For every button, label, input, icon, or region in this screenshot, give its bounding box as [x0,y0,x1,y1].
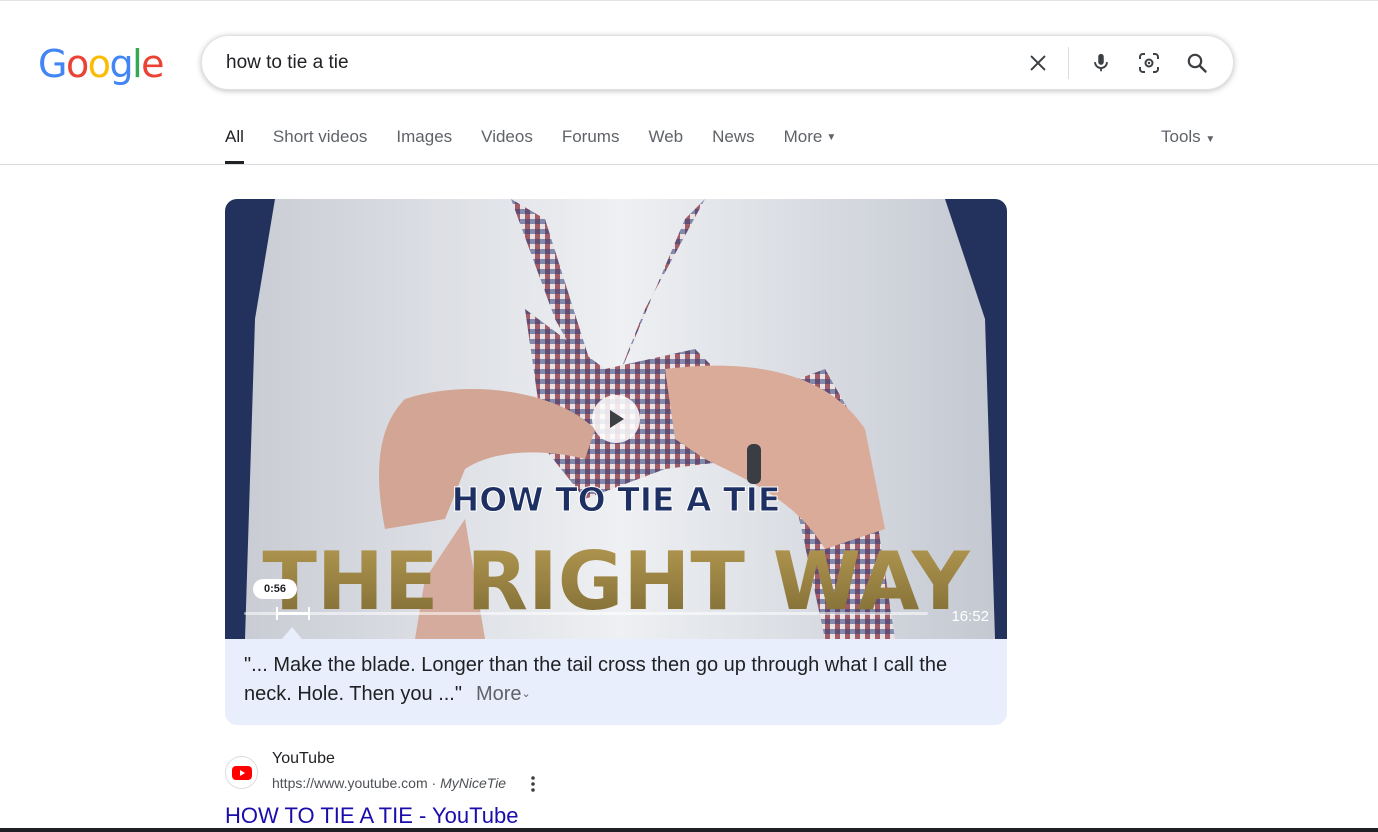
thumbnail-title-line1: HOW TO TIE A TIE [452,480,781,519]
site-url[interactable]: https://www.youtube.com · MyNiceTie [272,775,506,791]
snippet-text: "... Make the blade. Longer than the tai… [244,654,948,705]
search-divider [1068,46,1069,79]
tab-forums-label: Forums [561,127,620,146]
microphone-icon[interactable] [1083,45,1119,81]
tab-images[interactable]: Images [396,118,452,164]
play-icon[interactable] [592,395,640,443]
chevron-down-icon: ⌄ [521,688,531,701]
tab-more-label: More [783,127,823,146]
video-progress-bar[interactable] [244,607,928,620]
tools-label: Tools [1161,127,1201,146]
tab-web[interactable]: Web [648,118,683,164]
tab-all[interactable]: All [225,118,244,164]
tab-more[interactable]: More ▼ [784,118,837,164]
chevron-down-icon: ▼ [826,131,837,143]
progress-marker[interactable] [276,607,310,620]
transcript-snippet: "... Make the blade. Longer than the tai… [244,651,984,709]
search-icons [1020,36,1215,89]
more-label: More [475,683,522,705]
search-input[interactable] [226,36,1006,89]
search-box [201,35,1234,90]
clear-icon[interactable] [1020,45,1056,81]
page: Google All Short videos Images Videos Fo… [0,0,1378,832]
search-icon[interactable] [1179,45,1215,81]
time-bubble: 0:56 [253,579,298,599]
bottom-bar [0,828,1378,832]
video-thumbnail[interactable]: HOW TO TIE A TIE THE RIGHT WAY 0:56 16:5… [225,199,1007,639]
more-button[interactable]: More⌄ [476,683,531,705]
tab-videos-label: Videos [481,127,533,146]
youtube-icon[interactable] [225,756,258,789]
tab-web-label: Web [648,127,684,146]
chevron-down-icon: ▼ [1205,134,1216,145]
tab-news[interactable]: News [712,118,755,164]
video-duration: 16:52 [951,608,989,625]
tab-short-videos[interactable]: Short videos [273,118,368,164]
tab-images-label: Images [396,127,453,146]
result-source: YouTube https://www.youtube.com · MyNice… [225,748,725,798]
tab-all-label: All [225,127,244,146]
url-text: https://www.youtube.com [272,775,428,791]
kebab-menu-icon[interactable] [527,775,539,793]
google-logo[interactable]: Google [38,42,165,86]
result-title-link[interactable]: HOW TO TIE A TIE - YouTube [225,803,518,829]
tab-news-label: News [712,127,755,146]
site-name[interactable]: YouTube [272,750,335,768]
author-name: MyNiceTie [440,775,507,791]
tools-button[interactable]: Tools ▼ [1161,118,1215,159]
tab-forums[interactable]: Forums [562,118,620,164]
lens-icon[interactable] [1131,45,1167,81]
tab-short-videos-label: Short videos [272,127,368,146]
search-tabs: All Short videos Images Videos Forums We… [225,118,865,164]
video-card[interactable]: HOW TO TIE A TIE THE RIGHT WAY 0:56 16:5… [225,199,1007,725]
top-border [0,0,1378,3]
snippet-pointer [282,627,302,639]
url-separator: · [431,775,437,791]
tab-videos[interactable]: Videos [481,118,533,164]
header-divider [0,164,1378,165]
